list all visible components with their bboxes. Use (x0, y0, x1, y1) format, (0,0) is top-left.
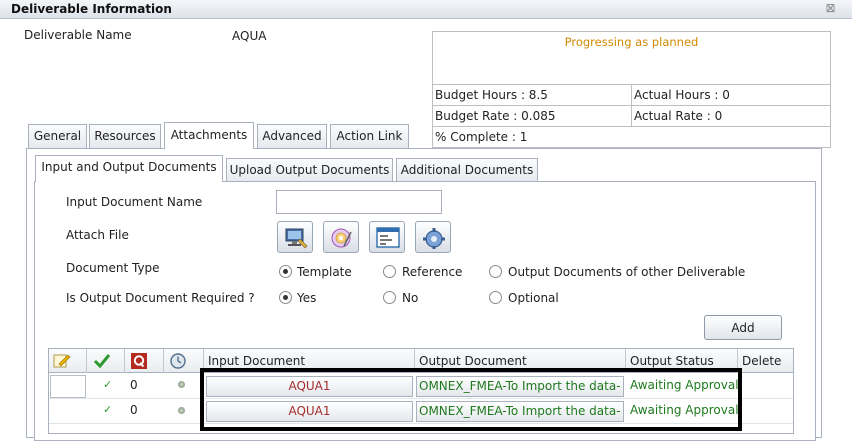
output-required-label: Is Output Document Required ? (66, 291, 255, 305)
radio-no-label: No (402, 291, 419, 305)
output-doc-link[interactable]: OMNEX_FMEA-To Import the data- (416, 376, 624, 397)
title-bar: Deliverable Information ⊠ (0, 0, 852, 19)
col-output-document[interactable]: Output Document (415, 349, 626, 373)
output-status: Awaiting Approval (630, 403, 739, 417)
radio-reference-label: Reference (402, 265, 463, 279)
disc-attach-icon (331, 228, 352, 248)
attach-settings-button[interactable] (415, 221, 451, 253)
attach-form-button[interactable] (369, 221, 405, 253)
col-delete[interactable]: Delete (738, 349, 793, 373)
status-row-hours: Budget Hours : 8.5 Actual Hours : 0 (433, 85, 830, 106)
tab-resources[interactable]: Resources (89, 124, 161, 148)
percent-complete: % Complete : 1 (435, 130, 528, 144)
col-output-status[interactable]: Output Status (626, 349, 738, 373)
status-row-complete: % Complete : 1 (433, 127, 830, 148)
budget-rate: Budget Rate : 0.085 (433, 106, 632, 126)
radio-yes-label: Yes (297, 291, 317, 305)
col-history[interactable] (164, 349, 204, 373)
radio-yes[interactable] (279, 291, 292, 304)
grid-header: Input Document Output Document Output St… (49, 349, 793, 373)
window-title: Deliverable Information (11, 2, 172, 16)
table-row: ✓ 0 AQUA1 OMNEX_FMEA-To Import the data-… (49, 399, 793, 424)
radio-reference[interactable] (383, 265, 396, 278)
row-count: 0 (130, 403, 138, 417)
radio-optional-label: Optional (508, 291, 559, 305)
add-button[interactable]: Add (704, 315, 782, 340)
row-select-cell[interactable] (50, 375, 86, 398)
doc-type-label: Document Type (66, 261, 160, 275)
subtab-input-output[interactable]: Input and Output Documents (35, 155, 223, 182)
budget-hours: Budget Hours : 8.5 (433, 85, 632, 105)
tab-general[interactable]: General (28, 124, 87, 148)
input-doc-name-label: Input Document Name (66, 195, 203, 209)
close-icon[interactable]: ⊠ (824, 2, 837, 15)
actual-rate: Actual Rate : 0 (634, 109, 723, 123)
col-input-document[interactable]: Input Document (204, 349, 415, 373)
form-icon (376, 227, 400, 248)
status-panel: Progressing as planned Budget Hours : 8.… (432, 31, 831, 148)
q-icon (131, 353, 147, 369)
gear-icon (423, 228, 445, 249)
tab-attachments[interactable]: Attachments (164, 122, 254, 149)
edit-icon (53, 354, 71, 368)
attach-media-button[interactable] (323, 221, 359, 253)
subtab-additional[interactable]: Additional Documents (396, 158, 538, 182)
output-doc-link[interactable]: OMNEX_FMEA-To Import the data- (416, 401, 624, 422)
row-check-icon: ✓ (103, 378, 113, 391)
status-header: Progressing as planned (433, 32, 830, 85)
output-status: Awaiting Approval (630, 378, 739, 392)
radio-template-label: Template (297, 265, 352, 279)
row-status-dot-icon (178, 407, 185, 414)
table-row: ✓ 0 AQUA1 OMNEX_FMEA-To Import the data-… (49, 374, 793, 399)
radio-output-other[interactable] (489, 265, 502, 278)
row-status-dot-icon (178, 381, 185, 388)
attach-file-label: Attach File (66, 228, 129, 242)
actual-hours: Actual Hours : 0 (634, 88, 730, 102)
input-doc-button[interactable]: AQUA1 (206, 376, 413, 397)
tab-advanced[interactable]: Advanced (257, 124, 327, 148)
col-edit[interactable] (49, 349, 87, 373)
input-doc-name-field[interactable] (276, 190, 442, 214)
attach-computer-button[interactable] (277, 221, 313, 253)
row-count: 0 (130, 378, 138, 392)
status-row-rate: Budget Rate : 0.085 Actual Rate : 0 (433, 106, 830, 127)
deliverable-name-label: Deliverable Name (24, 28, 132, 42)
history-icon (170, 353, 186, 369)
radio-optional[interactable] (489, 291, 502, 304)
input-doc-button[interactable]: AQUA1 (206, 401, 413, 422)
documents-grid: Input Document Output Document Output St… (48, 348, 794, 434)
subtab-upload-output[interactable]: Upload Output Documents (226, 158, 393, 182)
row-check-icon: ✓ (103, 403, 113, 416)
col-check[interactable] (87, 349, 125, 373)
col-q[interactable] (125, 349, 164, 373)
radio-output-other-label: Output Documents of other Deliverable (508, 265, 746, 279)
status-text: Progressing as planned (564, 35, 699, 49)
check-icon (93, 354, 111, 369)
radio-no[interactable] (383, 291, 396, 304)
tab-action-link[interactable]: Action Link (330, 124, 409, 148)
computer-icon (285, 228, 308, 249)
deliverable-name-value: AQUA (232, 29, 267, 43)
radio-template[interactable] (279, 265, 292, 278)
